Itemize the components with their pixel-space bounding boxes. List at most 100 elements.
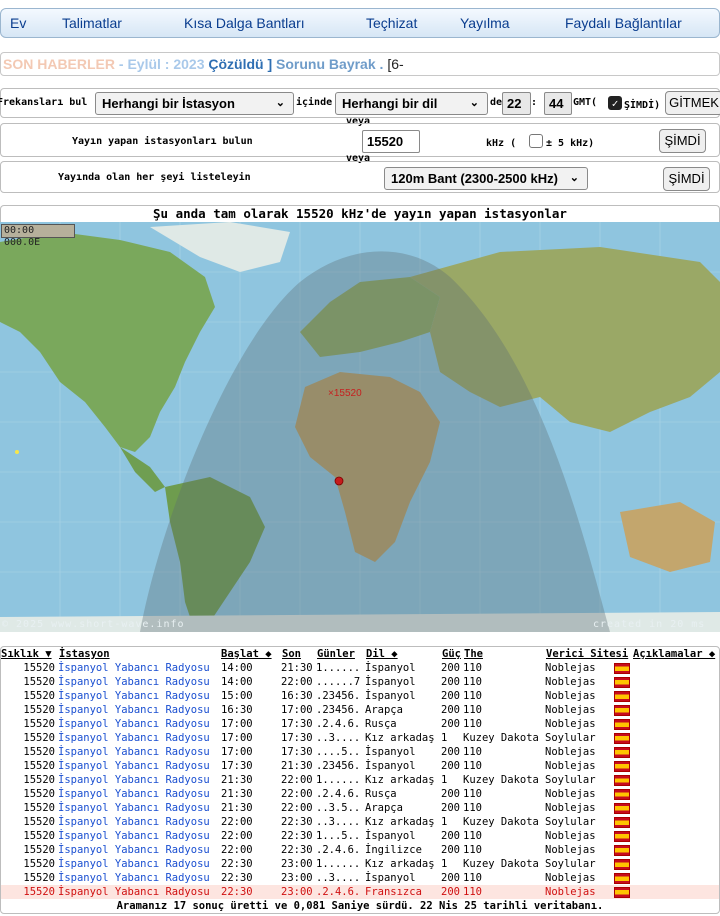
find-frequencies-row: Frekansları bul Herhangi bir İstasyon ⌄ … [0, 88, 720, 118]
col-end[interactable]: Son [282, 647, 301, 661]
hour-input[interactable]: 22 [502, 92, 531, 115]
plus-minus-5khz-checkbox[interactable] [529, 134, 543, 148]
language-select[interactable]: Herhangi bir dil ⌄ [335, 92, 488, 115]
results-table: Sıklık ▼ İstasyon Başlat ◆ Son Günler Di… [0, 646, 720, 914]
cell-start: 22:00 [221, 844, 253, 856]
col-notes[interactable]: Açıklamalar ◆ [633, 647, 715, 661]
table-row[interactable]: 15520 İspanyol Yabancı Radyosu 17:00 17:30.… [1, 745, 719, 759]
cell-frequency: 15520 [23, 886, 55, 898]
cell-station[interactable]: İspanyol Yabancı Radyosu [58, 703, 218, 717]
results-footer: Aramanız 17 sonuç üretti ve 0,081 Saniye… [116, 900, 604, 912]
table-row[interactable]: 15520 İspanyol Yabancı Radyosu 22:30 23:00.… [1, 885, 719, 899]
col-frequency-label: Sıklık ▼ [1, 648, 52, 660]
table-row[interactable]: 15520 İspanyol Yabancı Radyosu 21:30 22:00 1… [1, 773, 719, 787]
col-transmitter-site[interactable]: Verici Sitesi [546, 647, 628, 661]
cell-power: 200 [441, 704, 460, 716]
cell-transmitter-site[interactable]: Noblejas [545, 689, 611, 703]
spain-flag-icon [614, 817, 630, 828]
nav-propagation[interactable]: Yayılma [460, 15, 510, 31]
frequency-input[interactable]: 15520 [362, 130, 420, 153]
cell-days: 1...... [316, 662, 361, 674]
col-azimuth[interactable]: The [464, 647, 483, 661]
cell-start: 14:00 [221, 676, 253, 688]
col-start[interactable]: Başlat ◆ [221, 647, 272, 661]
cell-transmitter-site[interactable]: Noblejas [545, 801, 611, 815]
cell-station[interactable]: İspanyol Yabancı Radyosu [58, 871, 218, 885]
table-row[interactable]: 15520 İspanyol Yabancı Radyosu 17:00 17:30.… [1, 717, 719, 731]
table-row[interactable]: 15520 İspanyol Yabancı Radyosu 22:30 23:00 1… [1, 857, 719, 871]
nav-instructions[interactable]: Talimatlar [62, 15, 122, 31]
cell-transmitter-site[interactable]: Noblejas [545, 675, 611, 689]
col-days[interactable]: Günler [317, 647, 355, 661]
cell-language: İngilizce [365, 844, 422, 856]
minute-input[interactable]: 44 [544, 92, 572, 115]
cell-station[interactable]: İspanyol Yabancı Radyosu [58, 787, 218, 801]
cell-transmitter-site[interactable]: Noblejas [545, 843, 611, 857]
now-button-band[interactable]: ŞİMDİ [663, 167, 710, 191]
table-row[interactable]: 15520 İspanyol Yabancı Radyosu 22:00 22:30.… [1, 843, 719, 857]
now-button-frequency[interactable]: ŞİMDİ [659, 129, 706, 153]
cell-transmitter-site[interactable]: Noblejas [545, 717, 611, 731]
table-row[interactable]: 15520 İspanyol Yabancı Radyosu 22:30 23:00.… [1, 871, 719, 885]
col-language[interactable]: Dil ◆ [366, 647, 398, 661]
cell-transmitter-site[interactable]: Noblejas [545, 745, 611, 759]
cell-transmitter-site[interactable]: Noblejas [545, 885, 611, 899]
cell-station[interactable]: İspanyol Yabancı Radyosu [58, 689, 218, 703]
cell-transmitter-site[interactable]: Soylular [545, 731, 611, 745]
cell-station[interactable]: İspanyol Yabancı Radyosu [58, 885, 218, 899]
table-row[interactable]: 15520 İspanyol Yabancı Radyosu 21:30 22:00.… [1, 801, 719, 815]
cell-station[interactable]: İspanyol Yabancı Radyosu [58, 773, 218, 787]
col-power[interactable]: Güç [442, 647, 461, 661]
cell-station[interactable]: İspanyol Yabancı Radyosu [58, 843, 218, 857]
nav-home[interactable]: Ev [10, 15, 26, 31]
nav-useful-links[interactable]: Faydalı Bağlantılar [565, 15, 682, 31]
cell-transmitter-site[interactable]: Noblejas [545, 759, 611, 773]
col-frequency[interactable]: Sıklık ▼ [1, 647, 52, 661]
cell-start: 22:30 [221, 872, 253, 884]
cell-transmitter-site[interactable]: Noblejas [545, 661, 611, 675]
at-label: de [490, 97, 503, 108]
cell-station[interactable]: İspanyol Yabancı Radyosu [58, 829, 218, 843]
col-station[interactable]: İstasyon [59, 647, 110, 661]
table-row[interactable]: 15520 İspanyol Yabancı Radyosu 14:00 21:30 1… [1, 661, 719, 675]
table-row[interactable]: 15520 İspanyol Yabancı Radyosu 21:30 22:00.… [1, 787, 719, 801]
cell-transmitter-site[interactable]: Noblejas [545, 703, 611, 717]
now-checkbox[interactable]: ✓ [608, 96, 622, 110]
transmitter-marker[interactable] [334, 476, 344, 486]
cell-days: .2.4.6. [316, 788, 361, 800]
cell-language: İspanyol [365, 830, 416, 842]
chevron-down-icon: ⌄ [569, 172, 579, 184]
cell-station[interactable]: İspanyol Yabancı Radyosu [58, 745, 218, 759]
table-row[interactable]: 15520 İspanyol Yabancı Radyosu 15:00 16:30.… [1, 689, 719, 703]
cell-station[interactable]: İspanyol Yabancı Radyosu [58, 801, 218, 815]
news-ticker[interactable]: SON HABERLER - Eylül : 2023 Çözüldü ] So… [0, 52, 720, 76]
go-button[interactable]: GİTMEK [665, 91, 720, 115]
cell-station[interactable]: İspanyol Yabancı Radyosu [58, 675, 218, 689]
cell-transmitter-site[interactable]: Soylular [545, 857, 611, 871]
nav-equipment[interactable]: Teçhizat [366, 15, 417, 31]
cell-station[interactable]: İspanyol Yabancı Radyosu [58, 661, 218, 675]
cell-frequency: 15520 [23, 788, 55, 800]
cell-end: 22:00 [281, 802, 313, 814]
cell-transmitter-site[interactable]: Soylular [545, 815, 611, 829]
cell-days: ..3.... [316, 816, 361, 828]
table-row[interactable]: 15520 İspanyol Yabancı Radyosu 22:00 22:30.… [1, 815, 719, 829]
world-map[interactable]: 00:00 000.0E [0, 222, 720, 632]
cell-station[interactable]: İspanyol Yabancı Radyosu [58, 857, 218, 871]
band-select[interactable]: 120m Bant (2300-2500 kHz) ⌄ [384, 167, 588, 190]
cell-station[interactable]: İspanyol Yabancı Radyosu [58, 759, 218, 773]
cell-station[interactable]: İspanyol Yabancı Radyosu [58, 717, 218, 731]
table-row[interactable]: 15520 İspanyol Yabancı Radyosu 17:30 21:30.… [1, 759, 719, 773]
cell-transmitter-site[interactable]: Soylular [545, 773, 611, 787]
station-select[interactable]: Herhangi bir İstasyon ⌄ [95, 92, 294, 115]
cell-station[interactable]: İspanyol Yabancı Radyosu [58, 815, 218, 829]
table-row[interactable]: 15520 İspanyol Yabancı Radyosu 16:30 17:00.… [1, 703, 719, 717]
table-row[interactable]: 15520 İspanyol Yabancı Radyosu 14:00 22:00.… [1, 675, 719, 689]
table-row[interactable]: 15520 İspanyol Yabancı Radyosu 22:00 22:30 1… [1, 829, 719, 843]
cell-transmitter-site[interactable]: Noblejas [545, 829, 611, 843]
cell-station[interactable]: İspanyol Yabancı Radyosu [58, 731, 218, 745]
nav-shortwave-bands[interactable]: Kısa Dalga Bantları [184, 15, 305, 31]
cell-transmitter-site[interactable]: Noblejas [545, 787, 611, 801]
table-row[interactable]: 15520 İspanyol Yabancı Radyosu 17:00 17:30.… [1, 731, 719, 745]
cell-transmitter-site[interactable]: Noblejas [545, 871, 611, 885]
